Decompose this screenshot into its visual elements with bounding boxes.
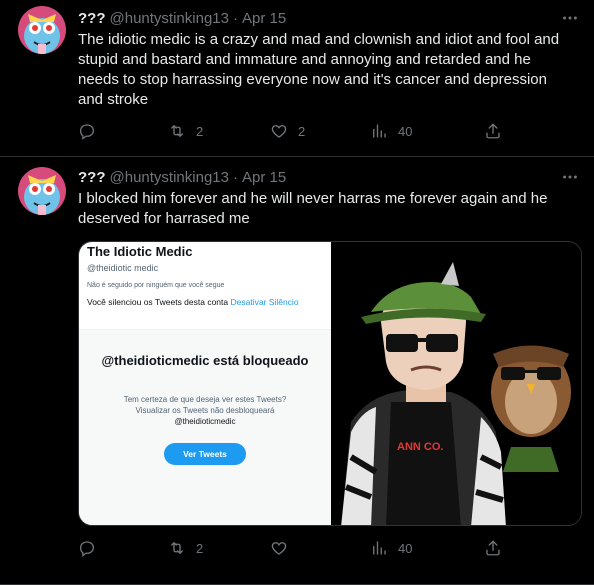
tweet-text: I blocked him forever and he will never …: [78, 190, 548, 227]
retweet-button[interactable]: 2: [168, 538, 203, 558]
retweet-icon: [171, 542, 183, 554]
share-icon: [486, 123, 500, 139]
question-line-2: Visualizar os Tweets não desbloqueará: [135, 406, 275, 415]
unmute-link: Desativar Silêncio: [230, 297, 299, 307]
blocked-question: Tem certeza de que deseja ver estes Twee…: [99, 394, 311, 427]
like-count: 2: [298, 123, 306, 139]
avatar-image: [18, 6, 66, 54]
follow-note: Não é seguido por ninguém que você segue: [87, 282, 225, 289]
reply-icon: [79, 541, 95, 557]
reply-button[interactable]: [78, 121, 106, 141]
profile-name: The Idiotic Medic: [87, 244, 193, 259]
avatar-image: [18, 167, 66, 215]
question-handle: @theidioticmedic: [174, 417, 236, 426]
display-name[interactable]: ???: [78, 169, 106, 186]
tweet-date[interactable]: Apr 15: [242, 10, 286, 27]
like-button[interactable]: [270, 538, 298, 558]
views-button[interactable]: 40: [370, 121, 412, 141]
tweet[interactable]: ??? @huntystinking13 · Apr 15 The idioti…: [0, 0, 594, 157]
retweet-icon: [171, 125, 183, 137]
views-button[interactable]: 40: [370, 538, 412, 558]
tweet-date[interactable]: Apr 15: [242, 169, 286, 186]
views-chart-icon: [373, 541, 386, 555]
display-name[interactable]: ???: [78, 10, 106, 27]
silenced-text: Você silenciou os Tweets desta conta: [87, 297, 229, 307]
tweet-header: ??? @huntystinking13 · Apr 15: [78, 167, 286, 187]
views-chart-icon: [373, 124, 386, 138]
view-tweets-button: Ver Tweets: [164, 443, 246, 465]
retweet-count: 2: [196, 540, 204, 556]
heart-icon: [271, 542, 287, 555]
tweet-media[interactable]: The Idiotic Medic @theidiotic medic Não …: [78, 241, 582, 526]
retweet-count: 2: [196, 123, 204, 139]
avatar[interactable]: [18, 6, 66, 54]
tweet-actions: 2 40: [78, 538, 518, 558]
separator-dot: ·: [232, 9, 238, 27]
tweet-text: The idiotic medic is a crazy and mad and…: [78, 31, 560, 108]
user-handle[interactable]: @huntystinking13: [110, 169, 229, 186]
separator-dot: ·: [232, 168, 238, 186]
views-count: 40: [398, 123, 413, 139]
profile-header: The Idiotic Medic @theidiotic medic Não …: [79, 242, 331, 330]
more-horizontal-icon[interactable]: [560, 167, 580, 187]
reply-button[interactable]: [78, 538, 106, 558]
question-line-1: Tem certeza de que deseja ver estes Twee…: [123, 395, 287, 404]
share-button[interactable]: [484, 121, 502, 141]
blocked-panel: @theidioticmedic está bloqueado Tem cert…: [79, 330, 331, 525]
tweet[interactable]: ??? @huntystinking13 · Apr 15 I blocked …: [0, 157, 594, 585]
share-button[interactable]: [484, 538, 502, 558]
user-handle[interactable]: @huntystinking13: [110, 10, 229, 27]
avatar[interactable]: [18, 167, 66, 215]
profile-handle: @theidiotic medic: [87, 263, 159, 273]
retweet-button[interactable]: 2: [168, 121, 203, 141]
more-horizontal-icon[interactable]: [560, 8, 580, 28]
like-button[interactable]: 2: [270, 121, 305, 141]
silenced-notice: Você silenciou os Tweets desta conta Des…: [87, 297, 323, 308]
profile-screenshot-image: The Idiotic Medic @theidiotic medic Não …: [79, 242, 331, 525]
share-icon: [486, 540, 500, 556]
cartoon-illustration-image: ANN CO.: [331, 242, 581, 525]
reply-icon: [79, 124, 95, 140]
views-count: 40: [398, 540, 413, 556]
blocked-title: @theidioticmedic está bloqueado: [101, 353, 309, 368]
shirt-text: ANN CO.: [397, 441, 443, 453]
heart-icon: [271, 125, 287, 138]
tweet-header: ??? @huntystinking13 · Apr 15: [78, 8, 286, 28]
tweet-actions: 2 2 40: [78, 121, 518, 141]
